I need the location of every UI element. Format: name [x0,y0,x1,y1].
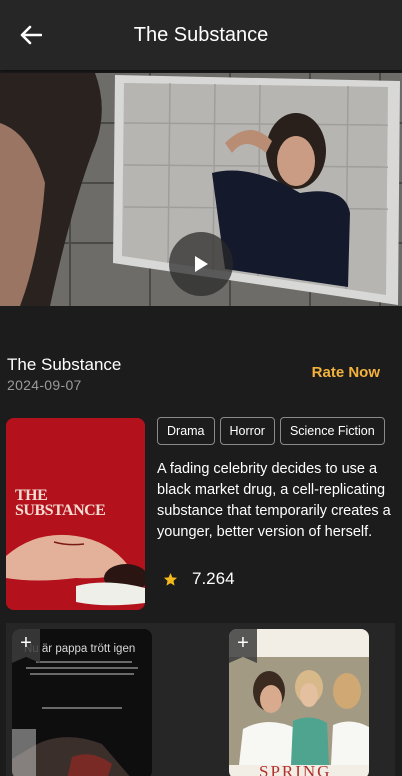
plus-icon: + [237,632,249,654]
poster-title: THE SUBSTANCE [15,487,106,519]
rating: 7.264 [163,569,235,589]
movie-title: The Substance [7,355,122,374]
recommendation-title: Nu är pappa trött igen [24,643,136,655]
plus-icon: + [20,632,32,654]
page-title: The Substance [133,23,269,46]
recommendation-card[interactable]: SPRING + [229,629,369,776]
play-icon [195,256,208,272]
star-icon [163,572,178,586]
movie-overview: A fading celebrity decides to use a blac… [157,461,391,540]
trailer-player[interactable] [0,73,402,306]
genre-list: Drama Horror Science Fiction [157,417,385,445]
genre-chip-horror[interactable]: Horror [219,417,275,445]
genre-chip-science-fiction[interactable]: Science Fiction [279,417,385,445]
movie-poster: THE SUBSTANCE [6,418,145,610]
arrow-left-icon [20,25,42,45]
recommendation-card[interactable]: Nu är pappa trött igen + [12,629,152,776]
recommendation-title: SPRING [259,762,332,776]
play-button[interactable] [169,232,233,296]
back-button[interactable] [16,21,46,49]
release-date: 2024-09-07 [7,377,82,393]
rating-value: 7.264 [192,569,235,588]
app-bar: The Substance [0,0,402,70]
genre-chip-drama[interactable]: Drama [157,417,215,445]
rate-now-button[interactable]: Rate Now [312,364,380,381]
